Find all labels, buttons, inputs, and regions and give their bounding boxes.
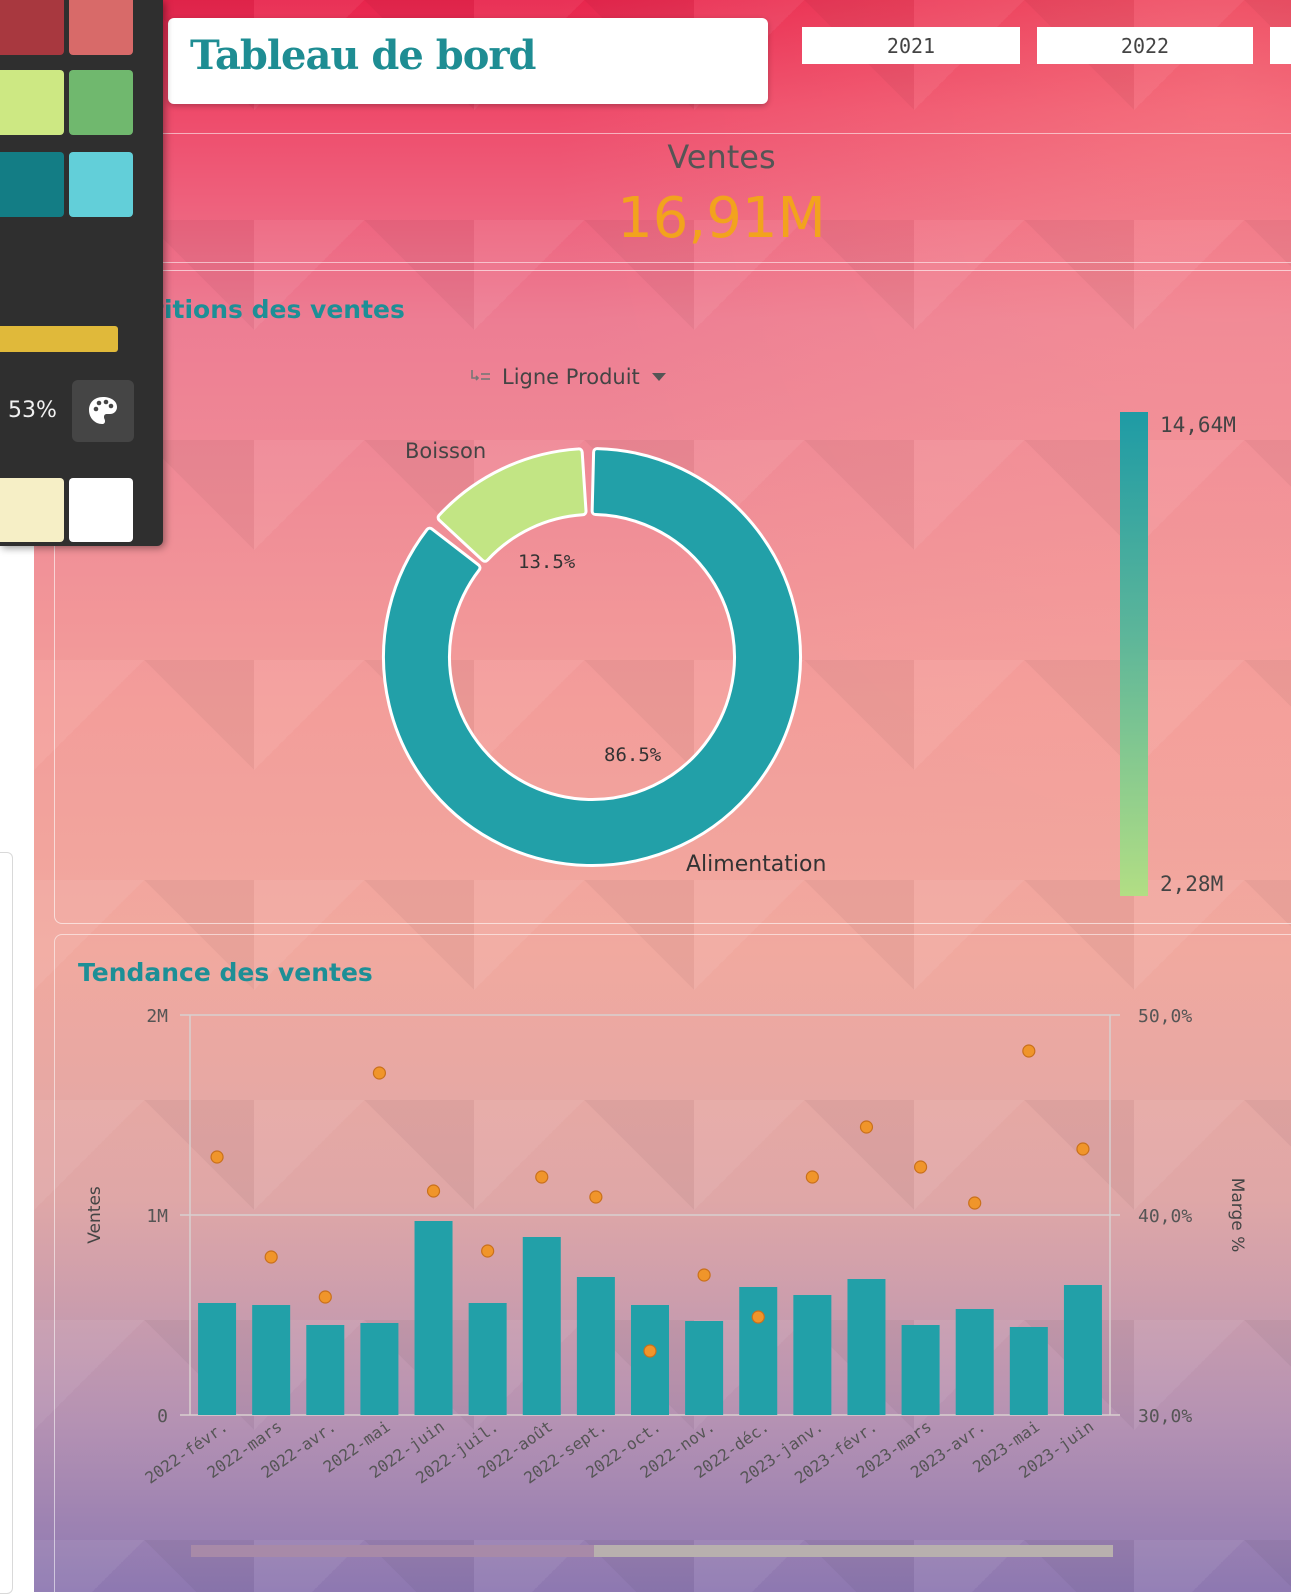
marge-point-4	[426, 1184, 441, 1198]
bar-5	[468, 1303, 507, 1415]
y-tick-left-2: 2M	[146, 1006, 168, 1027]
marge-point-5	[481, 1244, 495, 1258]
marge-point-2	[318, 1290, 332, 1304]
bar-8	[631, 1305, 669, 1415]
opacity-slider[interactable]	[0, 326, 118, 352]
marge-point-0	[210, 1150, 224, 1164]
marge-point-14	[968, 1196, 982, 1210]
marge-point-16	[1076, 1142, 1090, 1156]
bar-0	[198, 1303, 237, 1415]
marge-point-11	[805, 1170, 819, 1184]
bar-6	[522, 1237, 561, 1415]
y-tick-right-0: 30,0%	[1138, 1406, 1192, 1427]
marge-point-13	[913, 1160, 928, 1174]
marge-point-12	[859, 1120, 874, 1134]
marge-point-6	[535, 1170, 549, 1184]
marge-point-15	[1022, 1044, 1036, 1058]
bar-16	[1063, 1285, 1102, 1415]
bar-15	[1009, 1327, 1048, 1415]
bar-7	[576, 1277, 615, 1415]
y-tick-right-2: 50,0%	[1138, 1006, 1192, 1027]
bar-3	[360, 1323, 399, 1415]
palette-icon	[89, 397, 117, 424]
swatch-1[interactable]	[69, 0, 133, 55]
bar-12	[847, 1279, 886, 1415]
trend-chart[interactable]: 01M2M30,0%40,0%50,0%Ventes Marge %2022-fé…	[0, 0, 1291, 1592]
bar-2	[306, 1325, 345, 1415]
swatch-0[interactable]	[0, 0, 64, 55]
swatch-4[interactable]	[0, 152, 64, 217]
bar-9	[685, 1321, 724, 1415]
color-picker-popover: 53%	[0, 0, 163, 546]
marge-point-1	[264, 1250, 278, 1264]
marge-point-9	[697, 1268, 711, 1282]
y-tick-left-0: 0	[157, 1406, 168, 1427]
marge-point-7	[589, 1190, 603, 1204]
bar-14	[955, 1309, 994, 1415]
swatch-5[interactable]	[69, 152, 133, 217]
chart-scrollbar-thumb[interactable]	[191, 1545, 594, 1557]
y-tick-left-1: 1M	[146, 1206, 168, 1227]
swatch-6[interactable]	[0, 478, 64, 542]
swatch-7[interactable]	[69, 478, 133, 542]
marge-point-3	[372, 1066, 387, 1080]
bar-4	[414, 1221, 453, 1415]
marge-point-8	[643, 1344, 657, 1358]
swatch-2[interactable]	[0, 70, 64, 135]
bar-1	[252, 1305, 291, 1415]
marge-point-10	[751, 1310, 765, 1324]
opacity-percent: 53%	[8, 398, 57, 423]
bar-10	[739, 1287, 778, 1415]
y-axis-title-left: Ventes	[85, 1186, 105, 1244]
y-tick-right-1: 40,0%	[1138, 1206, 1192, 1227]
palette-button[interactable]	[72, 380, 134, 442]
bar-11	[793, 1295, 832, 1415]
y-axis-title-right: Marge %	[1227, 1178, 1247, 1253]
swatch-3[interactable]	[69, 70, 133, 135]
bar-13	[901, 1325, 940, 1415]
